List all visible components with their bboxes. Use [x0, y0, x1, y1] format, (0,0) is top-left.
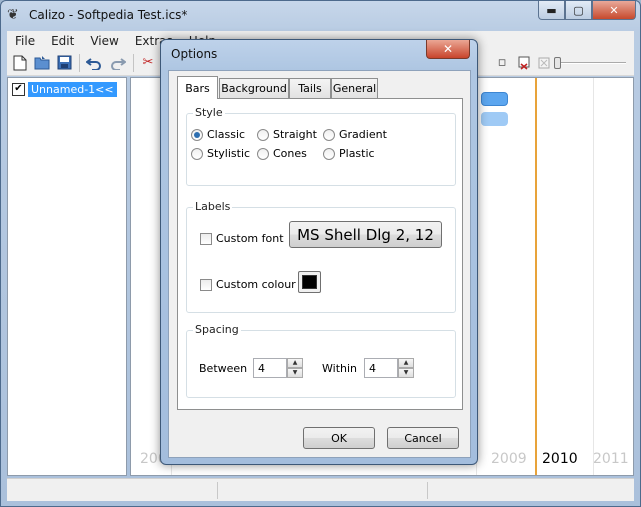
- toolbar-separator: [79, 54, 80, 72]
- options-dialog: Options ✕ Bars Background Tails General …: [160, 39, 478, 465]
- tree-item[interactable]: ✔ Unnamed-1<<: [12, 81, 117, 97]
- delete-item-icon[interactable]: [515, 54, 533, 71]
- tab-panel-bars: Style Classic Straight Gradient Stylisti…: [177, 98, 463, 410]
- radio-stylistic[interactable]: Stylistic: [191, 147, 250, 160]
- radio-classic-label: Classic: [207, 128, 246, 141]
- app-icon: ❦: [7, 7, 19, 23]
- status-bar: [7, 478, 634, 501]
- undo-icon[interactable]: [85, 54, 103, 71]
- ok-button[interactable]: OK: [303, 427, 375, 449]
- between-up-arrow-icon[interactable]: ▲: [287, 358, 303, 368]
- spacing-group-title: Spacing: [193, 323, 241, 336]
- radio-stylistic-dot[interactable]: [191, 147, 203, 160]
- cancel-button[interactable]: Cancel: [387, 427, 459, 449]
- year-gridline: [593, 78, 594, 475]
- window-title: Calizo - Softpedia Test.ics*: [29, 8, 188, 22]
- custom-colour-checkbox-box[interactable]: [200, 278, 212, 291]
- radio-gradient-dot[interactable]: [323, 128, 335, 141]
- custom-font-checkbox-box[interactable]: [200, 232, 212, 245]
- menu-file[interactable]: File: [7, 34, 43, 48]
- radio-plastic-dot[interactable]: [323, 147, 335, 160]
- dialog-close-button[interactable]: ✕: [426, 40, 470, 59]
- within-spinner[interactable]: ▲ ▼: [398, 358, 414, 378]
- tree-item-label[interactable]: Unnamed-1<<: [28, 81, 117, 97]
- radio-straight[interactable]: Straight: [257, 128, 317, 141]
- dialog-body: Bars Background Tails General Style Clas…: [168, 70, 471, 458]
- zoom-slider[interactable]: [554, 57, 629, 69]
- within-down-arrow-icon[interactable]: ▼: [398, 368, 414, 378]
- within-up-arrow-icon[interactable]: ▲: [398, 358, 414, 368]
- zoom-thumb[interactable]: [554, 57, 561, 69]
- labels-group-title: Labels: [193, 200, 233, 213]
- radio-plastic[interactable]: Plastic: [323, 147, 375, 160]
- redo-icon[interactable]: [109, 54, 127, 71]
- zoom-track: [554, 62, 626, 64]
- minimize-button[interactable]: ▬: [538, 1, 565, 20]
- radio-classic[interactable]: Classic: [191, 128, 245, 141]
- radio-plastic-label: Plastic: [339, 147, 375, 160]
- style-group: Style Classic Straight Gradient Stylisti…: [186, 106, 456, 186]
- new-file-icon[interactable]: [11, 54, 29, 71]
- close-button[interactable]: ✕: [592, 1, 636, 20]
- style-group-title: Style: [193, 106, 225, 119]
- custom-colour-label: Custom colour: [216, 278, 296, 291]
- tab-background[interactable]: Background: [219, 78, 289, 98]
- within-input[interactable]: 4: [364, 358, 398, 378]
- custom-colour-checkbox[interactable]: Custom colour: [200, 278, 296, 291]
- radio-cones-dot[interactable]: [257, 147, 269, 160]
- tab-tails[interactable]: Tails: [289, 78, 331, 98]
- year-label: 2009: [491, 451, 527, 467]
- current-year-line: [535, 78, 537, 475]
- between-spinner[interactable]: ▲ ▼: [287, 358, 303, 378]
- font-picker-button[interactable]: MS Shell Dlg 2, 12: [289, 221, 442, 248]
- tab-bars[interactable]: Bars: [177, 76, 218, 99]
- current-year-label: 2010: [542, 451, 578, 467]
- timeline-bar[interactable]: [481, 112, 508, 126]
- status-separator: [427, 482, 428, 499]
- between-down-arrow-icon[interactable]: ▼: [287, 368, 303, 378]
- timeline-bar[interactable]: [481, 92, 508, 106]
- dialog-title: Options: [171, 47, 218, 61]
- title-bar[interactable]: ❦ Calizo - Softpedia Test.ics* ▬ ▢ ✕: [1, 1, 640, 31]
- radio-gradient-label: Gradient: [339, 128, 387, 141]
- radio-classic-dot[interactable]: [191, 128, 203, 141]
- custom-font-label: Custom font: [216, 232, 284, 245]
- tab-general[interactable]: General: [331, 78, 378, 98]
- tree-panel: ✔ Unnamed-1<<: [7, 77, 127, 476]
- toolbar-separator: [133, 54, 134, 72]
- maximize-button[interactable]: ▢: [565, 1, 592, 20]
- radio-cones-label: Cones: [273, 147, 307, 160]
- disabled-item-icon: [535, 54, 553, 71]
- between-input[interactable]: 4: [253, 358, 287, 378]
- tree-item-checkbox[interactable]: ✔: [12, 82, 25, 96]
- colour-swatch: [302, 275, 317, 289]
- cut-icon[interactable]: ✂: [139, 54, 157, 71]
- save-icon[interactable]: [55, 54, 73, 71]
- colour-picker-button[interactable]: [298, 271, 321, 293]
- radio-gradient[interactable]: Gradient: [323, 128, 387, 141]
- radio-straight-label: Straight: [273, 128, 317, 141]
- edit-item-icon[interactable]: ▫: [493, 54, 511, 71]
- caption-buttons: ▬ ▢ ✕: [538, 1, 636, 21]
- custom-font-checkbox[interactable]: Custom font: [200, 232, 284, 245]
- year-label: 2011: [593, 451, 629, 467]
- between-label: Between: [199, 362, 248, 375]
- radio-cones[interactable]: Cones: [257, 147, 307, 160]
- status-separator: [217, 482, 218, 499]
- menu-view[interactable]: View: [82, 34, 126, 48]
- radio-straight-dot[interactable]: [257, 128, 269, 141]
- open-icon[interactable]: [33, 54, 51, 71]
- within-label: Within: [322, 362, 358, 375]
- menu-edit[interactable]: Edit: [43, 34, 82, 48]
- radio-stylistic-label: Stylistic: [207, 147, 251, 160]
